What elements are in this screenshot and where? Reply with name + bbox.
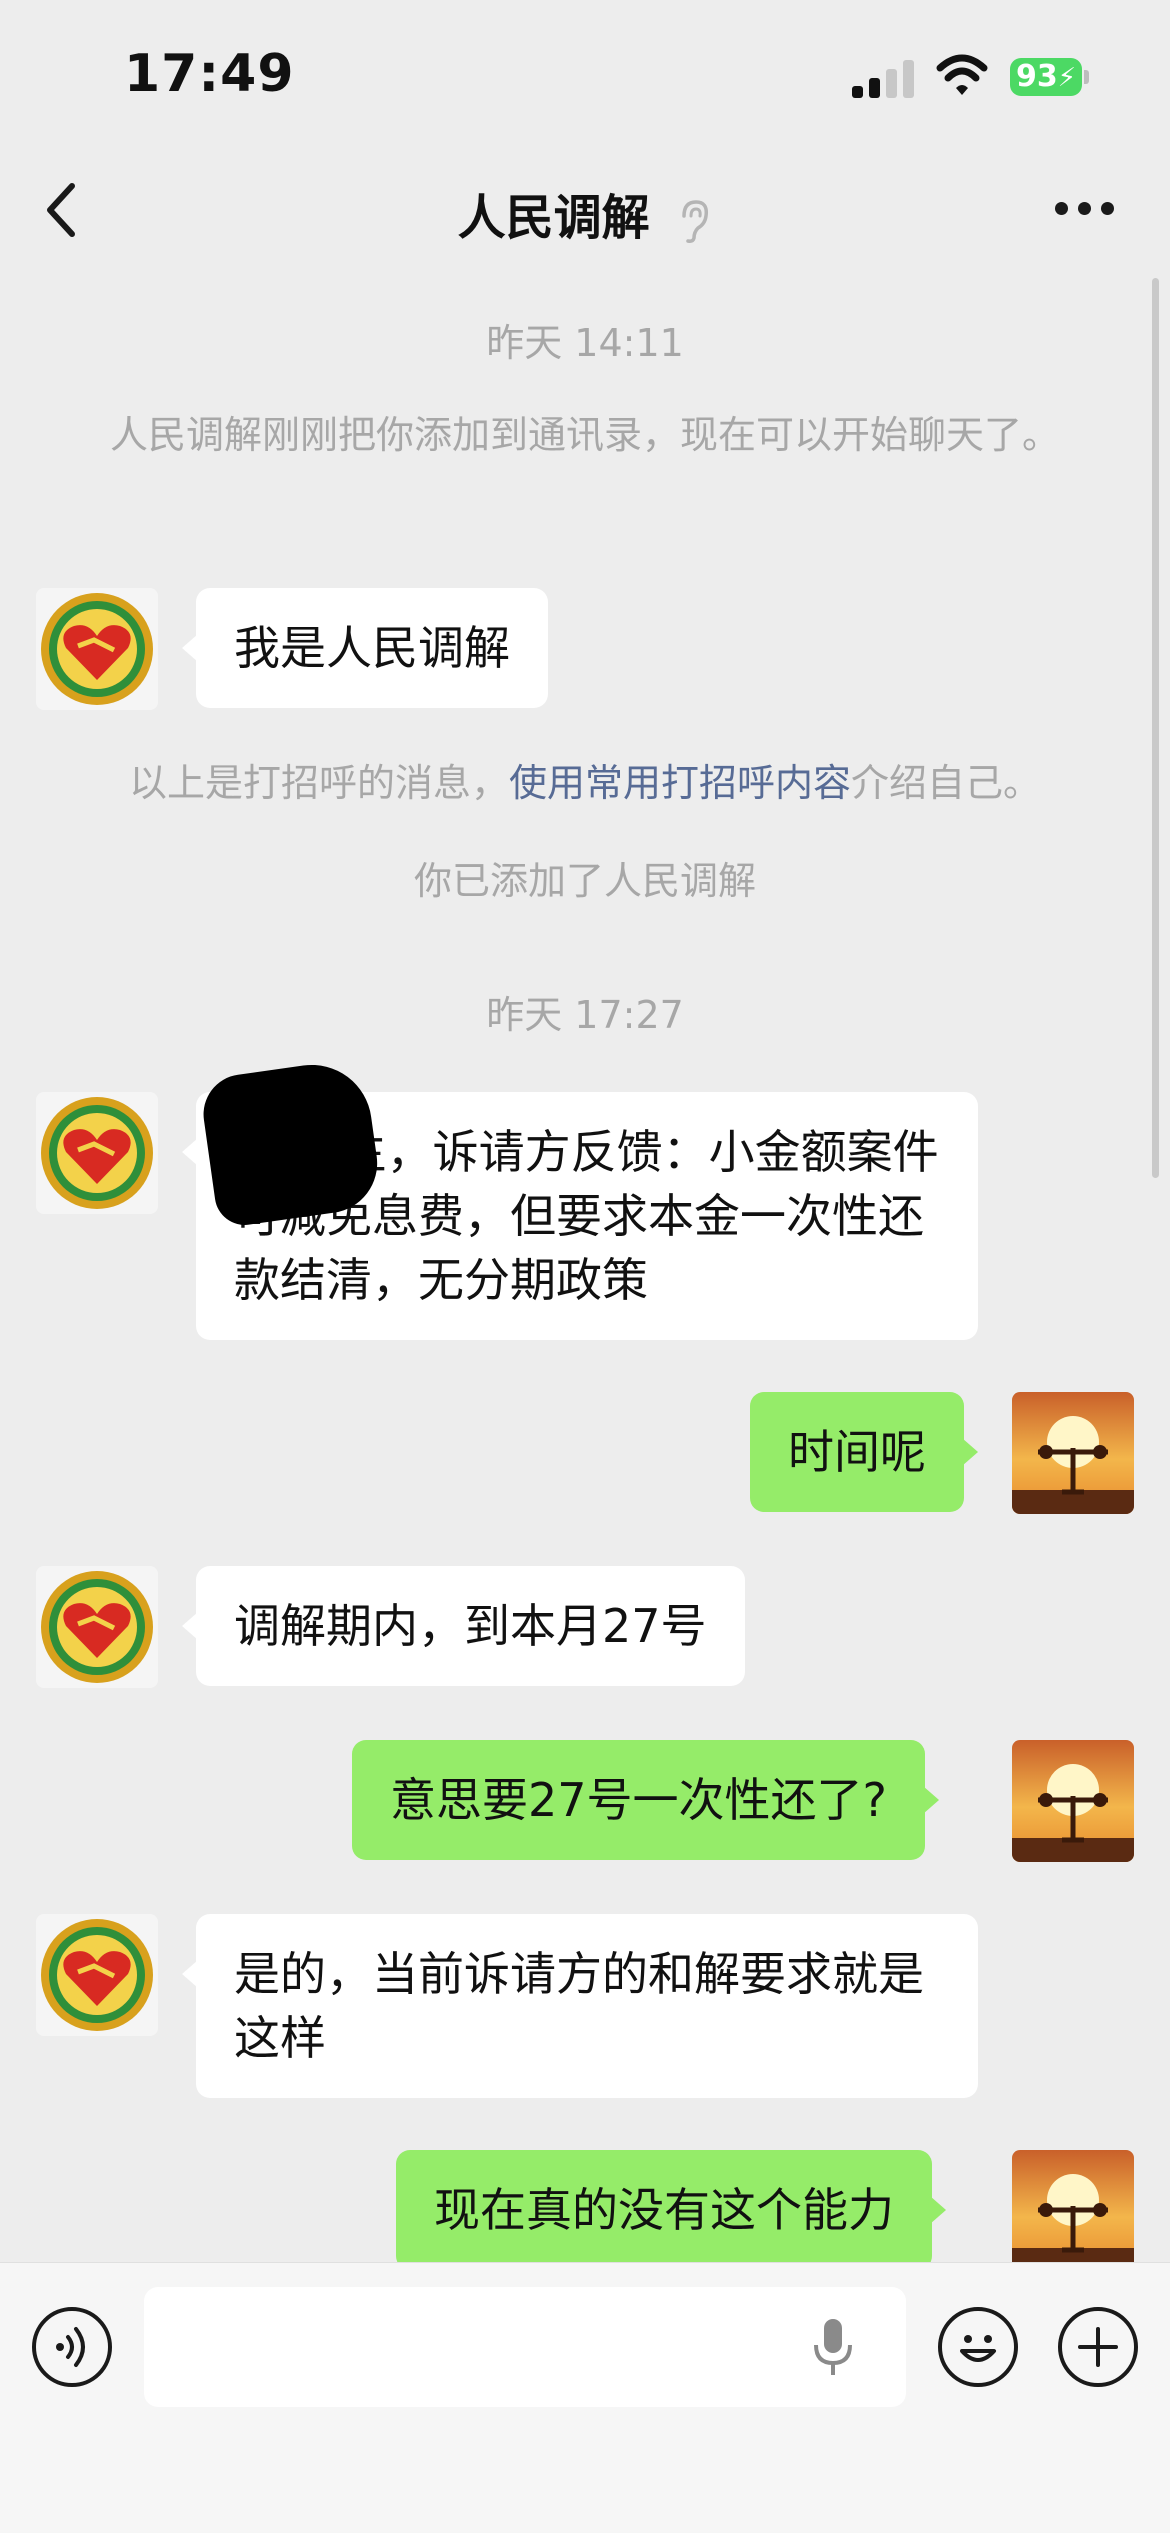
greeting-templates-link[interactable]: 使用常用打招呼内容 <box>509 761 851 805</box>
wifi-icon <box>936 54 988 95</box>
mediator-avatar[interactable] <box>36 588 158 710</box>
message-text: 我是人民调解 <box>234 621 510 675</box>
status-bar: 17:49 93⚡ <box>0 0 1170 150</box>
status-time: 17:49 <box>124 44 295 104</box>
more-functions-button[interactable] <box>1058 2307 1138 2387</box>
ear-mode-icon <box>682 200 709 243</box>
message-bubble-received[interactable]: 我是人民调解 <box>182 588 548 708</box>
mediation-logo-icon <box>41 593 153 705</box>
chat-header: 人民调解 <box>0 150 1170 262</box>
voice-mode-button[interactable] <box>32 2307 112 2387</box>
sunset-figure-avatar-icon <box>1012 1764 1134 1862</box>
message-bubble-sent[interactable]: 时间呢 <box>750 1392 978 1512</box>
message-text: 意思要27号一次性还了? <box>390 1773 887 1827</box>
message-text: 时间呢 <box>788 1425 926 1479</box>
mediation-logo-icon <box>41 1097 153 1209</box>
microphone-icon[interactable] <box>808 2315 858 2379</box>
message-bubble-received[interactable]: 调解期内，到本月27号 <box>182 1566 745 1686</box>
greeting-prefix: 以上是打招呼的消息， <box>128 761 509 805</box>
mediation-logo-icon <box>41 1919 153 2031</box>
added-notice: 人民调解刚刚把你添加到通讯录，现在可以开始聊天了。 <box>109 413 1060 457</box>
cellular-signal-icon <box>852 58 916 98</box>
battery-level: 93 <box>1016 59 1058 94</box>
battery-tip <box>1084 70 1089 84</box>
mediator-avatar[interactable] <box>36 1566 158 1688</box>
message-bubble-sent[interactable]: 意思要27号一次性还了? <box>352 1740 939 1860</box>
message-bubble-received[interactable]: 是的，当前诉请方的和解要求就是这样 <box>182 1914 978 2098</box>
redaction-mark <box>198 1057 384 1229</box>
chat-title[interactable]: 人民调解 <box>0 178 1170 248</box>
message-input[interactable] <box>144 2287 906 2407</box>
smiley-face-icon <box>960 2335 996 2362</box>
greeting-suffix: 介绍自己。 <box>851 761 1042 805</box>
voice-wave-icon <box>56 2327 85 2367</box>
timestamp-2: 昨天 17:27 <box>486 993 684 1037</box>
charging-bolt-icon: ⚡ <box>1057 63 1077 93</box>
timestamp-1: 昨天 14:11 <box>486 321 684 365</box>
battery-indicator: 93⚡ <box>1010 58 1082 96</box>
mediator-avatar[interactable] <box>36 1092 158 1214</box>
more-options-icon[interactable] <box>1055 202 1115 218</box>
message-bubble-sent[interactable]: 现在真的没有这个能力 <box>396 2150 946 2270</box>
message-text: 是的，当前诉请方的和解要求就是这样 <box>234 1947 924 2065</box>
emoji-button[interactable] <box>938 2307 1018 2387</box>
user-avatar[interactable] <box>1012 2150 1134 2272</box>
chat-title-text: 人民调解 <box>457 190 650 246</box>
user-avatar[interactable] <box>1012 1392 1134 1514</box>
sunset-figure-avatar-icon <box>1012 1416 1134 1514</box>
mediation-logo-icon <box>41 1571 153 1683</box>
plus-icon <box>1078 2327 1118 2367</box>
mediator-avatar[interactable] <box>36 1914 158 2036</box>
message-text: 现在真的没有这个能力 <box>434 2183 894 2237</box>
you-added-notice: 你已添加了人民调解 <box>413 859 756 903</box>
greeting-hint: 以上是打招呼的消息，使用常用打招呼内容介绍自己。 <box>0 752 1170 807</box>
scrollbar[interactable] <box>1152 278 1159 1178</box>
input-toolbar <box>0 2262 1170 2533</box>
user-avatar[interactable] <box>1012 1740 1134 1862</box>
message-text: 调解期内，到本月27号 <box>234 1599 707 1653</box>
sunset-figure-avatar-icon <box>1012 2174 1134 2272</box>
